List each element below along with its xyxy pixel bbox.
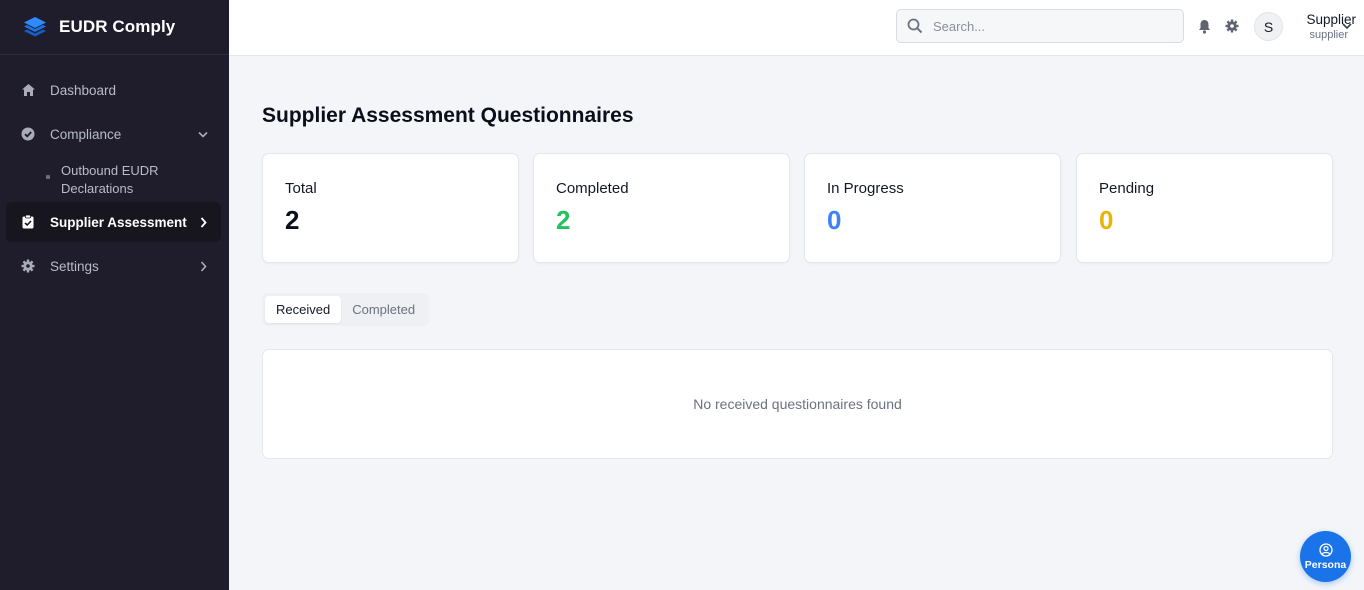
sidebar-item-dashboard[interactable]: Dashboard [6,70,221,110]
search-box[interactable] [896,9,1184,43]
stat-value: 0 [1099,205,1114,235]
sidebar-subitem-outbound-declarations[interactable]: Outbound EUDR Declarations [6,158,221,202]
stat-value: 0 [827,205,842,235]
sidebar-item-label: Supplier Assessment [50,214,187,230]
sidebar-item-label: Compliance [50,126,122,142]
stat-label: Total [285,180,317,197]
bell-icon[interactable] [1196,18,1212,34]
chevron-down-icon[interactable] [1341,20,1353,32]
gear-icon[interactable] [1224,18,1240,34]
sidebar-item-compliance[interactable]: Compliance [6,114,221,154]
stat-label: Pending [1099,180,1155,197]
gear-icon [20,258,36,274]
sidebar: EUDR Comply Dashboard Compliance Outboun… [0,0,229,590]
top-bar: S Supplier supplier [229,0,1364,56]
stat-label: Completed [556,180,629,197]
brand-name: EUDR Comply [59,17,176,36]
stat-card-in-progress: In Progress 0 [804,153,1061,263]
stat-value: 2 [556,205,571,235]
user-circle-icon [1318,542,1333,557]
home-icon [20,82,36,98]
sidebar-subitem-label: Outbound EUDR Declarations [61,163,159,196]
stat-card-total: Total 2 [262,153,519,263]
sidebar-item-settings[interactable]: Settings [6,246,221,286]
persona-label: Persona [1304,558,1347,571]
stat-card-completed: Completed 2 [533,153,790,263]
empty-state: No received questionnaires found [262,349,1333,459]
persona-button[interactable]: Persona [1300,531,1351,582]
clipboard-check-icon [20,214,36,230]
bullet-icon [46,175,50,179]
stat-value: 2 [285,205,300,235]
tab-received[interactable]: Received [265,296,342,323]
chevron-down-icon[interactable] [197,128,209,140]
check-circle-icon [20,126,36,142]
search-input[interactable] [933,18,1163,34]
sidebar-nav: Dashboard Compliance Outbound EUDR Decla… [6,70,221,290]
avatar[interactable]: S [1254,12,1283,41]
stacked-layers-icon [24,17,46,37]
sidebar-item-label: Settings [50,258,99,274]
brand[interactable]: EUDR Comply [0,0,229,55]
page-title: Supplier Assessment Questionnaires [262,104,634,127]
stat-label: In Progress [827,180,904,197]
empty-message: No received questionnaires found [693,396,902,412]
sidebar-item-supplier-assessment[interactable]: Supplier Assessment [6,202,221,242]
tab-completed[interactable]: Completed [341,296,426,323]
chevron-right-icon[interactable] [197,260,209,272]
chevron-right-icon[interactable] [197,216,209,228]
sidebar-item-label: Dashboard [50,82,117,98]
questionnaire-tabs: Received Completed [262,293,430,326]
user-role: supplier [1309,29,1348,41]
search-icon [907,18,923,34]
stat-card-pending: Pending 0 [1076,153,1333,263]
